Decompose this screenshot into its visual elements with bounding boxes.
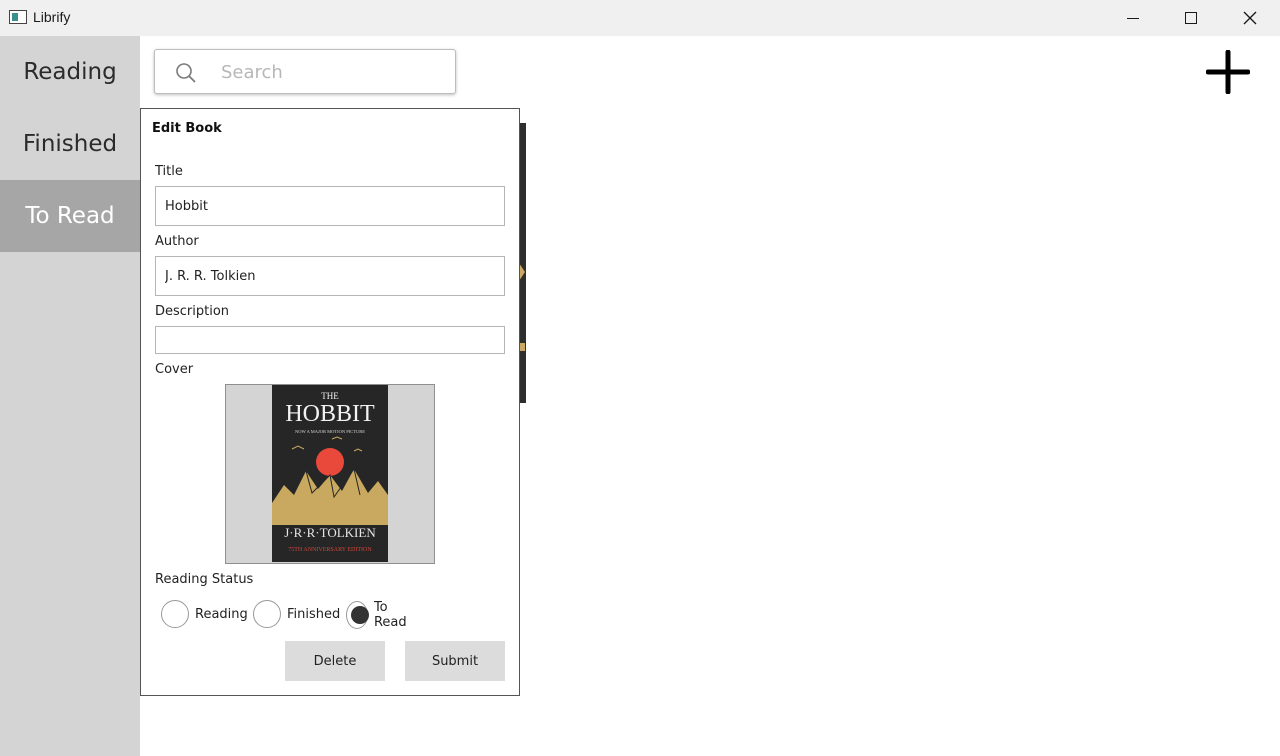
maximize-icon <box>1185 12 1197 24</box>
sidebar-item-reading[interactable]: Reading <box>0 36 140 108</box>
window-titlebar: Librify <box>0 0 1280 36</box>
description-label: Description <box>155 304 230 319</box>
svg-text:75TH ANNIVERSARY EDITION: 75TH ANNIVERSARY EDITION <box>288 547 372 553</box>
cover-image: THE HOBBIT NOW A MAJOR MOTION PICTURE J·… <box>272 385 388 562</box>
cover-picker[interactable]: THE HOBBIT NOW A MAJOR MOTION PICTURE J·… <box>225 384 435 564</box>
author-field[interactable] <box>155 256 505 296</box>
svg-text:J·R·R·TOLKIEN: J·R·R·TOLKIEN <box>284 525 376 540</box>
radio-circle[interactable] <box>253 600 281 628</box>
window-title: Librify <box>33 9 71 25</box>
radio-circle[interactable] <box>161 600 189 628</box>
svg-text:THE: THE <box>321 391 339 401</box>
maximize-button[interactable] <box>1162 0 1220 36</box>
minimize-button[interactable] <box>1104 0 1162 36</box>
reading-status-label: Reading Status <box>155 572 254 587</box>
sidebar: Reading Finished To Read <box>0 36 140 756</box>
radio-label: Reading <box>195 606 248 622</box>
status-radio-finished[interactable]: Finished <box>253 600 340 628</box>
title-label: Title <box>155 164 183 179</box>
description-field[interactable] <box>155 326 505 354</box>
svg-text:HOBBIT: HOBBIT <box>285 401 375 427</box>
dialog-title: Edit Book <box>152 121 222 136</box>
close-icon <box>1243 11 1257 25</box>
submit-button[interactable]: Submit <box>405 641 505 681</box>
edit-book-dialog: Edit Book Title Author Description Cover… <box>140 108 520 696</box>
status-radio-reading[interactable]: Reading <box>161 600 248 628</box>
book-card-cover[interactable] <box>519 123 526 403</box>
title-field[interactable] <box>155 186 505 226</box>
radio-label: Finished <box>287 606 341 622</box>
minimize-icon <box>1127 17 1139 19</box>
delete-button[interactable]: Delete <box>285 641 385 681</box>
status-radio-to-read[interactable]: To Read <box>346 600 413 630</box>
radio-circle[interactable] <box>346 601 369 629</box>
sidebar-item-finished[interactable]: Finished <box>0 108 140 180</box>
search-input[interactable] <box>221 60 441 84</box>
svg-text:NOW A MAJOR MOTION PICTURE: NOW A MAJOR MOTION PICTURE <box>295 429 365 434</box>
plus-icon <box>1205 49 1251 95</box>
radio-label: To Read <box>373 600 407 630</box>
author-label: Author <box>155 234 199 249</box>
app-icon <box>9 10 27 24</box>
close-button[interactable] <box>1221 0 1279 36</box>
search-box[interactable] <box>154 49 456 94</box>
search-icon <box>176 63 196 83</box>
add-book-button[interactable] <box>1205 49 1251 95</box>
sidebar-item-to-read[interactable]: To Read <box>0 180 140 252</box>
cover-label: Cover <box>155 362 194 377</box>
